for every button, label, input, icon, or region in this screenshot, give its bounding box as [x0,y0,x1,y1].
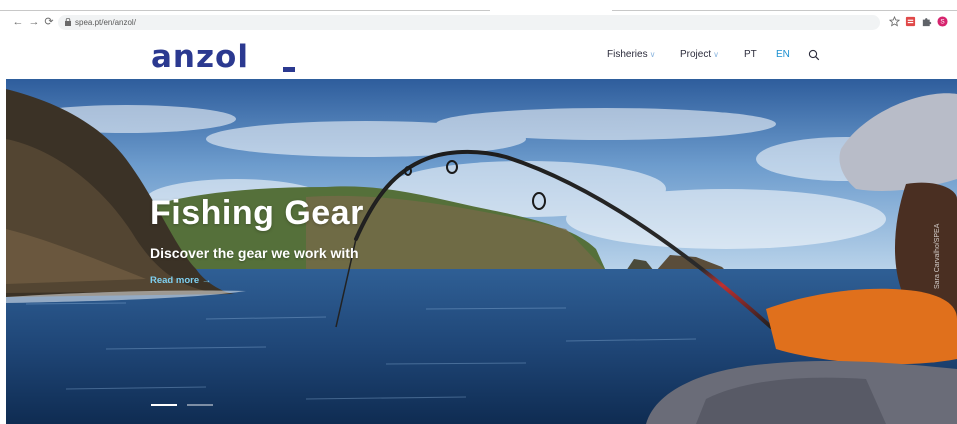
avatar[interactable]: S [937,16,948,27]
search-icon[interactable] [808,49,820,61]
slide-indicator-1[interactable] [151,404,177,406]
logo-underscore [283,67,295,72]
reload-icon[interactable]: ⟳ [42,15,56,29]
arrow-right-icon[interactable]: → [27,15,41,29]
nav-fisheries[interactable]: Fisheries ∨ [607,48,655,62]
lock-icon [65,18,71,26]
nav-lang-pt[interactable]: PT [744,48,757,62]
browser-tab-strip [0,0,957,12]
site-header: anzol Fisheries ∨ Project ∨ PT EN [0,33,957,79]
nav-project[interactable]: Project ∨ [680,48,719,62]
hero-subtitle: Discover the gear we work with [150,245,359,261]
nav-project-label: Project [680,49,712,60]
svg-text:S: S [940,19,944,26]
read-more-link[interactable]: Read more → [150,275,211,286]
puzzle-icon[interactable] [921,16,932,27]
chevron-down-icon: ∨ [713,50,719,59]
slide-indicator-2[interactable] [187,404,213,406]
url-text: spea.pt/en/anzol/ [75,18,136,27]
hero-banner: Fishing Gear Discover the gear we work w… [6,79,957,424]
extension-icon[interactable] [905,16,916,27]
nav-fisheries-label: Fisheries [607,49,648,60]
chevron-down-icon: ∨ [649,50,656,59]
star-icon[interactable] [889,16,900,27]
address-bar[interactable]: spea.pt/en/anzol/ [58,15,880,30]
tab-divider [0,10,490,11]
hero-title: Fishing Gear [150,194,364,232]
nav-lang-en[interactable]: EN [776,48,790,62]
hero-photo [6,79,957,424]
tab-divider [612,10,957,11]
browser-toolbar: ← → ⟳ spea.pt/en/anzol/ S [0,12,957,33]
arrow-left-icon[interactable]: ← [11,15,25,29]
photo-credit: Sara Carvalho/SPEA [934,223,941,289]
site-logo[interactable]: anzol [151,37,249,77]
